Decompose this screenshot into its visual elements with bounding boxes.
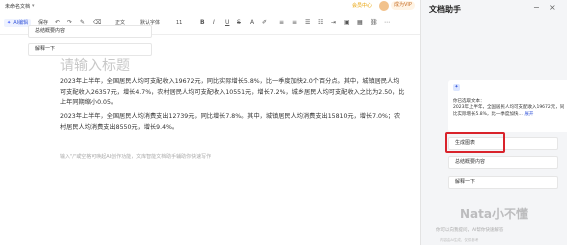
highlight-annotation (445, 132, 505, 153)
ai-disclaimer: 内容由AI生成，仅供参考 (440, 238, 479, 242)
sparkle-icon: ✦ (7, 20, 12, 26)
ai-edit-label: AI编辑 (13, 20, 29, 26)
font-size-select[interactable]: 11 (176, 19, 182, 27)
member-center-link[interactable]: 会员中心 (352, 2, 372, 9)
text-color-icon[interactable]: A (250, 19, 254, 27)
link-icon[interactable]: ⛓ (370, 19, 378, 27)
bullet-list-icon[interactable]: ☰ (305, 19, 310, 27)
selected-text-quote: 2023年上半年，全国居民人均可支配收入19672元，同比实际增长5.8%，比一… (453, 105, 565, 118)
document-title[interactable]: 未命名文档 (5, 3, 30, 10)
italic-icon[interactable]: I (213, 19, 215, 27)
expand-link[interactable]: 展开 (524, 112, 533, 117)
assistant-bot-icon: ✦ (453, 84, 460, 91)
paragraph-income[interactable]: 2023年上半年，全国居民人均可支配收入19672元，同比实际增长5.8%，比一… (60, 77, 405, 109)
ai-hint-text: 输入"/"或空格可唤起AI创作功能，文库智能文档助手辅助你快速写作 (60, 154, 212, 160)
image-icon[interactable]: ▣ (344, 19, 350, 27)
selected-text-content: 2023年上半年，全国居民人均可支配收入19672元，同比实际增长5.8%，比一… (453, 105, 565, 117)
indent-icon[interactable]: ⇥ (331, 19, 336, 27)
watermark: Nata小不懂 (460, 207, 528, 221)
selected-text-intro: 你已选取文本： (453, 99, 485, 104)
summarize-button[interactable]: 总结概要内容 (28, 25, 152, 38)
explain-button[interactable]: 解释一下 (28, 43, 152, 56)
panel-title: 文档助手 (429, 5, 461, 14)
minimize-icon[interactable]: − (533, 3, 540, 12)
table-icon[interactable]: ▦ (357, 19, 363, 27)
vip-button[interactable]: 成为VIP (391, 1, 415, 10)
strikethrough-icon[interactable]: S (237, 19, 241, 27)
bold-icon[interactable]: B (200, 19, 205, 27)
numbered-list-icon[interactable]: ☷ (318, 19, 323, 27)
paragraph-consumption[interactable]: 2023年上半年，全国居民人均消费支出12739元，同比增长7.8%。其中，城镇… (60, 112, 405, 133)
chat-input[interactable]: 你可以向我提问，AI帮你快速解答 (430, 224, 560, 238)
title-dropdown-icon[interactable]: ▾ (32, 3, 35, 9)
underline-icon[interactable]: U (225, 19, 229, 27)
align-left-icon[interactable]: ≡ (279, 19, 284, 27)
explain-button-2[interactable]: 解释一下 (448, 176, 558, 189)
avatar[interactable] (379, 1, 389, 11)
page-title-placeholder[interactable]: 请输入标题 (60, 55, 130, 75)
align-center-icon[interactable]: ≡ (292, 19, 297, 27)
close-icon[interactable]: × (549, 3, 556, 12)
highlight-icon[interactable]: ✐ (262, 19, 267, 27)
panel-header: 文档助手 − × (421, 0, 567, 20)
selected-text-card: ✦ 你已选取文本： 2023年上半年，全国居民人均可支配收入19672元，同比实… (448, 80, 567, 132)
summarize-button-2[interactable]: 总结概要内容 (448, 156, 558, 169)
editor-area[interactable]: 请输入标题 2023年上半年，全国居民人均可支配收入19672元，同比实际增长5… (0, 35, 420, 245)
more-icon[interactable]: ⋯ (384, 19, 390, 27)
